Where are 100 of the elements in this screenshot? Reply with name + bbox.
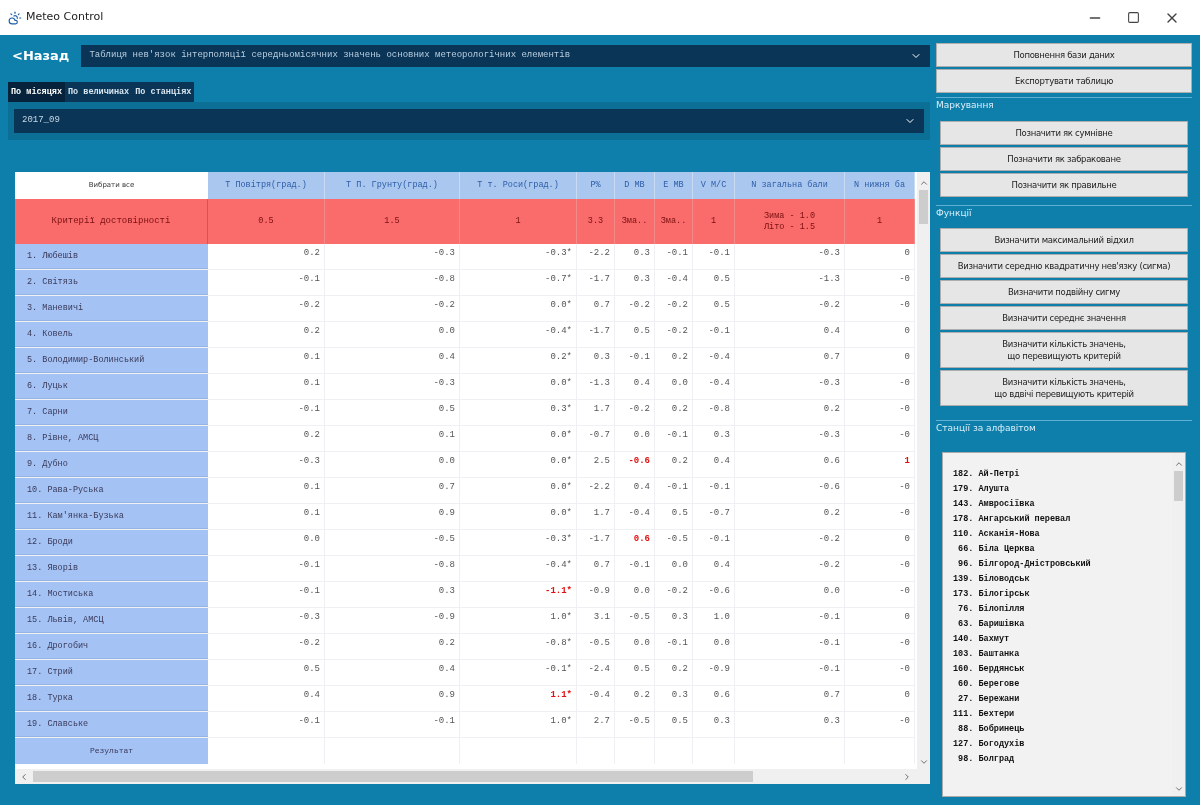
station-list-item[interactable]: 96. Білгород-Дністровський (953, 556, 1172, 572)
action-button[interactable]: Визначити подвійну сигму (940, 280, 1188, 304)
criteria-cell: Зма.. (655, 199, 693, 244)
table-cell: 3.1 (577, 608, 615, 633)
station-list-item[interactable]: 60. Берегове (953, 676, 1172, 692)
tab[interactable]: По величинах (65, 82, 133, 102)
scroll-up-icon[interactable] (918, 178, 929, 188)
table-cell: 0.2 (325, 634, 460, 659)
table-cell: 0.4 (208, 686, 325, 711)
table-cell: -0.1* (460, 660, 577, 685)
table-cell: 0.0 (655, 556, 693, 581)
table-type-dropdown[interactable]: Таблиця нев'язок інтерполяції середньомісячних значень основних метеорологічних елементів (81, 45, 930, 67)
station-list[interactable] (942, 451, 1186, 797)
table-cell: 0.5 (325, 400, 460, 425)
station-list-item[interactable]: 98. Болград (953, 751, 1172, 767)
station-list-item[interactable]: 111. Бехтери (953, 706, 1172, 722)
table-cell: -0.1 (693, 530, 735, 555)
table-cell: 0.5 (693, 270, 735, 295)
table-cell: 0.5 (655, 712, 693, 737)
scrollbar-thumb[interactable] (919, 190, 928, 224)
table-cell: 0.0 (735, 582, 845, 607)
group-title: Станції за алфавітом (936, 420, 1192, 436)
table-cell: -0.4 (693, 348, 735, 373)
table-cell: -0.7 (693, 504, 735, 529)
tab[interactable]: По станціях (132, 82, 195, 102)
station-list-item[interactable]: 143. Амвросіївка (953, 496, 1172, 512)
station-name: 16. Дрогобич (15, 634, 208, 659)
table-cell: 0 (845, 686, 915, 711)
table-cell: 0.3 (655, 608, 693, 633)
action-button[interactable]: Визначити максимальний відхил (940, 228, 1188, 252)
action-button[interactable]: Позначити як сумнівне (940, 120, 1188, 145)
table-cell: -0.2 (615, 296, 655, 321)
maximize-icon[interactable] (1127, 11, 1140, 24)
station-list-item[interactable]: 179. Алушта (953, 481, 1172, 497)
station-list-item[interactable]: 182. Ай-Петрі (953, 466, 1172, 482)
station-list-item[interactable]: 173. Білогірськ (953, 586, 1172, 602)
table-cell: -0.1 (615, 348, 655, 373)
table-cell: -0 (845, 296, 915, 321)
station-list-item[interactable]: 103. Баштанка (953, 646, 1172, 662)
action-button[interactable]: Позначити як правильне (940, 172, 1188, 197)
station-list-item[interactable]: 160. Бердянськ (953, 661, 1172, 677)
criteria-cell: Зима - 1.0 Літо - 1.5 (735, 199, 845, 244)
scrollbar-thumb[interactable] (33, 771, 753, 782)
tab[interactable]: По місяцях (8, 82, 65, 102)
table-cell: -0.2 (655, 582, 693, 607)
table-cell: -0.1 (693, 478, 735, 503)
station-list-item[interactable]: 76. Білопілля (953, 601, 1172, 617)
table-cell: -0.3 (735, 244, 845, 269)
action-button[interactable]: Визначити кількість значень, що вдвічі перевищують критерій (940, 370, 1188, 406)
station-list-item[interactable]: 66. Біла Церква (953, 541, 1172, 557)
scroll-right-icon[interactable] (902, 771, 912, 782)
table-cell: -0.4 (655, 270, 693, 295)
station-list-item[interactable]: 110. Асканія-Нова (953, 526, 1172, 542)
app-logo-icon (8, 10, 22, 25)
table-cell: -0 (845, 426, 915, 451)
table-cell: 0.0 (208, 530, 325, 555)
table-cell: 0.6 (735, 452, 845, 477)
station-name: 6. Луцьк (15, 374, 208, 399)
table-cell: -0 (845, 712, 915, 737)
scroll-left-icon[interactable] (19, 771, 29, 782)
table-cell: 0.2 (735, 400, 845, 425)
table-cell: 0.0 (615, 634, 655, 659)
table-cell: -0.2 (615, 400, 655, 425)
action-button[interactable]: Визначити кількість значень, що перевищують критерій (940, 332, 1188, 368)
table-cell: 1.1* (460, 686, 577, 711)
horizontal-scrollbar[interactable] (15, 769, 930, 784)
criteria-cell: Зма.. (615, 199, 655, 244)
table-cell: -0.5 (325, 530, 460, 555)
table-cell: 2.5 (577, 452, 615, 477)
station-list-item[interactable]: 139. Біловодськ (953, 571, 1172, 587)
table-cell: 0.9 (325, 504, 460, 529)
station-list-item[interactable]: 178. Ангарський перевал (953, 511, 1172, 527)
table-cell: 0.5 (615, 322, 655, 347)
station-list-item[interactable]: 27. Бережани (953, 691, 1172, 707)
table-cell: -0.1 (655, 478, 693, 503)
period-dropdown[interactable]: 2017_09 (14, 109, 924, 133)
table-cell: -0.3 (735, 374, 845, 399)
action-button[interactable]: Позначити як забраковане (940, 146, 1188, 171)
back-link[interactable]: <Назад (8, 46, 74, 66)
vertical-scrollbar[interactable] (917, 172, 930, 769)
table-cell: 0.0 (325, 322, 460, 347)
station-list-item[interactable]: 140. Бахмут (953, 631, 1172, 647)
station-list-item[interactable]: 63. Баришівка (953, 616, 1172, 632)
scroll-down-icon[interactable] (1173, 784, 1184, 794)
table-cell: 0.6 (615, 530, 655, 555)
action-button[interactable]: Визначити середню квадратичну нев'язку (сигма) (940, 254, 1188, 278)
table-cell: 0.2 (208, 244, 325, 269)
table-cell: -1.1* (460, 582, 577, 607)
action-button[interactable]: Поповнення бази даних (936, 43, 1192, 67)
station-list-item[interactable]: 88. Бобринець (953, 721, 1172, 737)
action-button[interactable]: Визначити середнє значення (940, 306, 1188, 330)
scrollbar-thumb[interactable] (1174, 470, 1183, 501)
action-button[interactable]: Експортувати таблицю (936, 69, 1192, 93)
table-cell: -0.4 (615, 504, 655, 529)
station-list-item[interactable]: 127. Богодухів (953, 736, 1172, 752)
table-cell: -0.5 (615, 608, 655, 633)
scroll-down-icon[interactable] (918, 757, 929, 767)
table-cell: -0.2 (735, 530, 845, 555)
table-cell: 1.0* (460, 608, 577, 633)
table-cell: 0.2* (460, 348, 577, 373)
